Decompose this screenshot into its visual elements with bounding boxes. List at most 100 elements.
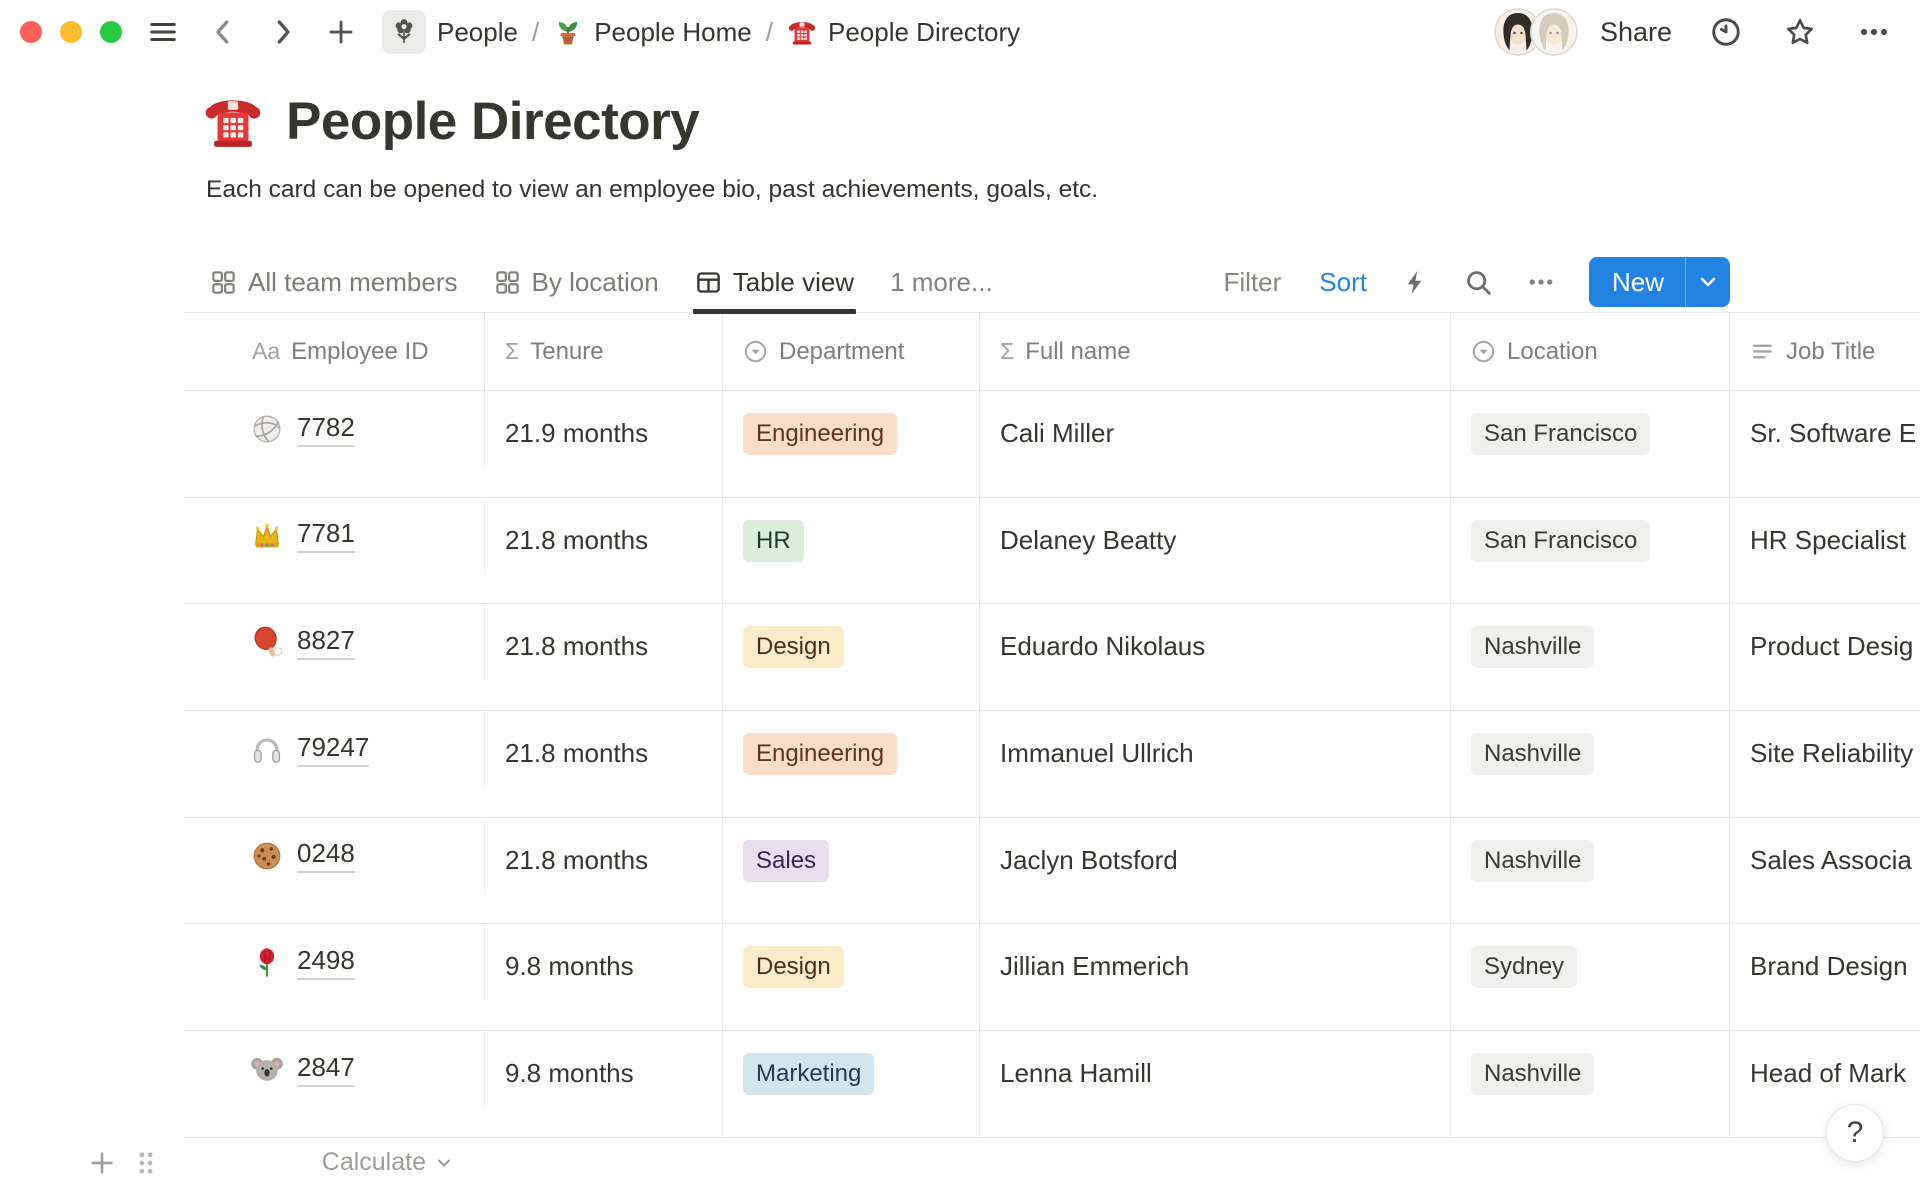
full-name-cell[interactable]: Cali Miller [980, 391, 1451, 497]
help-button[interactable]: ? [1826, 1104, 1884, 1162]
tenure-cell[interactable]: 9.8 months [485, 924, 723, 1030]
zoom-window-button[interactable] [100, 21, 122, 43]
filter-button[interactable]: Filter [1224, 267, 1282, 298]
new-button[interactable]: New [1589, 257, 1685, 307]
view-options-button[interactable] [1527, 268, 1555, 296]
table-row[interactable]: 7781 21.8 months HR Delaney Beatty San F… [184, 498, 1920, 605]
column-header-employee-id[interactable]: Aa Employee ID [184, 313, 485, 390]
full-name-cell[interactable]: Eduardo Nikolaus [980, 604, 1451, 710]
column-header-job-title[interactable]: Job Title [1730, 313, 1920, 390]
page-title[interactable]: People Directory [286, 91, 699, 152]
department-cell[interactable]: Marketing [723, 1031, 980, 1137]
department-tag[interactable]: Design [743, 626, 844, 668]
department-tag[interactable]: Design [743, 946, 844, 988]
job-title-cell[interactable]: Brand Design [1730, 924, 1920, 1030]
share-button[interactable]: Share [1600, 17, 1672, 48]
department-tag[interactable]: Engineering [743, 413, 897, 455]
department-tag[interactable]: Marketing [743, 1053, 874, 1095]
column-header-tenure[interactable]: Σ Tenure [485, 313, 723, 390]
nav-back-button[interactable] [208, 17, 238, 47]
employee-id-link[interactable]: 0248 [297, 838, 355, 873]
department-cell[interactable]: Engineering [723, 391, 980, 497]
job-title-cell[interactable]: Product Desig [1730, 604, 1920, 710]
full-name-cell[interactable]: Jillian Emmerich [980, 924, 1451, 1030]
sort-button[interactable]: Sort [1319, 267, 1367, 298]
job-title-cell[interactable]: Head of Mark [1730, 1031, 1920, 1137]
full-name-cell[interactable]: Jaclyn Botsford [980, 818, 1451, 924]
employee-id-link[interactable]: 2498 [297, 945, 355, 980]
column-header-department[interactable]: Department [723, 313, 980, 390]
employee-id-link[interactable]: 7782 [297, 412, 355, 447]
active-collaborators[interactable] [1494, 8, 1578, 56]
full-name-cell[interactable]: Lenna Hamill [980, 1031, 1451, 1137]
department-cell[interactable]: HR [723, 498, 980, 604]
page-options-button[interactable] [1858, 16, 1890, 48]
column-header-location[interactable]: Location [1451, 313, 1730, 390]
close-window-button[interactable] [20, 21, 42, 43]
new-dropdown-button[interactable] [1686, 257, 1730, 307]
more-views-button[interactable]: 1 more... [890, 267, 993, 298]
location-tag[interactable]: Nashville [1471, 733, 1594, 775]
department-cell[interactable]: Sales [723, 818, 980, 924]
location-tag[interactable]: Nashville [1471, 1053, 1594, 1095]
table-row[interactable]: 2847 9.8 months Marketing Lenna Hamill N… [184, 1031, 1920, 1138]
job-title-cell[interactable]: Sr. Software E [1730, 391, 1920, 497]
tenure-cell[interactable]: 21.9 months [485, 391, 723, 497]
full-name-cell[interactable]: Immanuel Ullrich [980, 711, 1451, 817]
table-row[interactable]: 8827 21.8 months Design Eduardo Nikolaus… [184, 604, 1920, 711]
tenure-cell[interactable]: 9.8 months [485, 1031, 723, 1137]
table-row[interactable]: 7782 21.9 months Engineering Cali Miller… [184, 391, 1920, 498]
calculate-button[interactable]: Calculate [88, 1148, 454, 1177]
location-cell[interactable]: Nashville [1451, 604, 1730, 710]
automations-button[interactable] [1401, 268, 1430, 297]
location-cell[interactable]: Nashville [1451, 1031, 1730, 1137]
location-tag[interactable]: Nashville [1471, 840, 1594, 882]
tenure-cell[interactable]: 21.8 months [485, 604, 723, 710]
nav-forward-button[interactable] [268, 17, 298, 47]
job-title-cell[interactable]: Sales Associa [1730, 818, 1920, 924]
department-cell[interactable]: Engineering [723, 711, 980, 817]
location-cell[interactable]: Nashville [1451, 711, 1730, 817]
full-name-cell[interactable]: Delaney Beatty [980, 498, 1451, 604]
column-header-full-name[interactable]: Σ Full name [980, 313, 1451, 390]
table-row[interactable]: 2498 9.8 months Design Jillian Emmerich … [184, 924, 1920, 1031]
location-tag[interactable]: San Francisco [1471, 520, 1650, 562]
tenure-cell[interactable]: 21.8 months [485, 498, 723, 604]
department-tag[interactable]: HR [743, 520, 804, 562]
breadcrumb-item-people[interactable]: People [382, 10, 518, 54]
location-cell[interactable]: Sydney [1451, 924, 1730, 1030]
breadcrumb-item-people-directory[interactable]: People Directory [787, 17, 1020, 48]
table-row[interactable]: 79247 21.8 months Engineering Immanuel U… [184, 711, 1920, 818]
job-title-cell[interactable]: HR Specialist [1730, 498, 1920, 604]
sidebar-toggle-button[interactable] [148, 17, 178, 47]
tenure-cell[interactable]: 21.8 months [485, 818, 723, 924]
page-icon-red-telephone[interactable] [202, 90, 264, 152]
breadcrumb-item-people-home[interactable]: People Home [553, 17, 752, 48]
new-tab-button[interactable] [326, 17, 356, 47]
job-title-cell[interactable]: Site Reliability [1730, 711, 1920, 817]
location-cell[interactable]: San Francisco [1451, 498, 1730, 604]
table-row[interactable]: 0248 21.8 months Sales Jaclyn Botsford N… [184, 818, 1920, 925]
tab-table-view[interactable]: Table view [695, 252, 854, 312]
page-description[interactable]: Each card can be opened to view an emplo… [206, 176, 1920, 204]
updates-button[interactable] [1710, 16, 1742, 48]
tenure-cell[interactable]: 21.8 months [485, 711, 723, 817]
tab-all-team-members[interactable]: All team members [210, 252, 458, 312]
department-tag[interactable]: Sales [743, 840, 829, 882]
employee-id-link[interactable]: 79247 [297, 732, 369, 767]
employee-id-link[interactable]: 7781 [297, 518, 355, 553]
location-tag[interactable]: San Francisco [1471, 413, 1650, 455]
location-tag[interactable]: Sydney [1471, 946, 1577, 988]
department-cell[interactable]: Design [723, 604, 980, 710]
location-tag[interactable]: Nashville [1471, 626, 1594, 668]
search-button[interactable] [1464, 268, 1493, 297]
department-tag[interactable]: Engineering [743, 733, 897, 775]
location-cell[interactable]: Nashville [1451, 818, 1730, 924]
favorite-button[interactable] [1784, 16, 1816, 48]
minimize-window-button[interactable] [60, 21, 82, 43]
department-cell[interactable]: Design [723, 924, 980, 1030]
tab-by-location[interactable]: By location [494, 252, 659, 312]
employee-id-link[interactable]: 8827 [297, 625, 355, 660]
employee-id-link[interactable]: 2847 [297, 1052, 355, 1087]
location-cell[interactable]: San Francisco [1451, 391, 1730, 497]
